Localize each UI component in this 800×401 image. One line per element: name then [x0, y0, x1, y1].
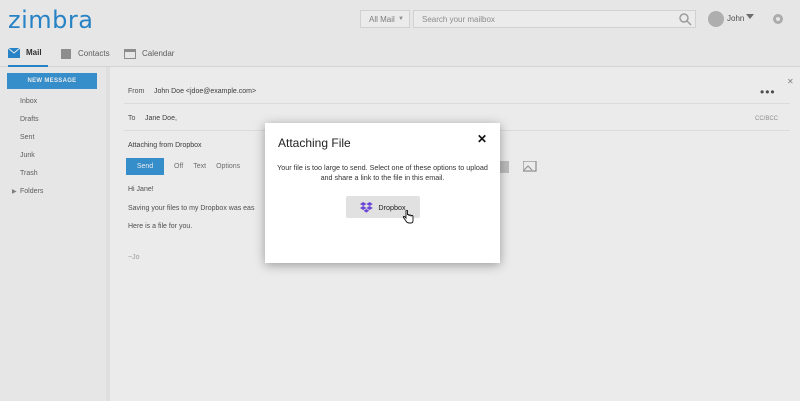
dropbox-icon: [360, 201, 374, 213]
dialog-message: Your file is too large to send. Select o…: [277, 163, 488, 182]
hand-cursor-icon: [402, 210, 414, 224]
close-icon[interactable]: ✕: [477, 132, 487, 146]
attaching-file-dialog: Attaching File ✕ Your file is too large …: [265, 123, 500, 263]
dialog-title: Attaching File: [278, 136, 351, 150]
